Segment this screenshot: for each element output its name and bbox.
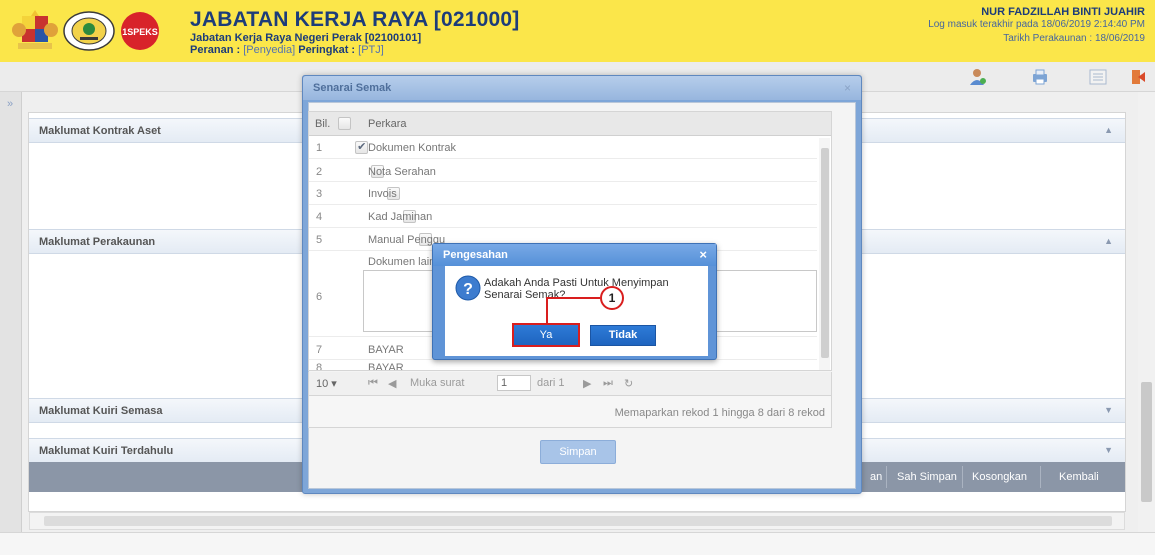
horizontal-scrollbar[interactable] — [29, 512, 1125, 530]
crest-logo — [12, 10, 58, 49]
grid-scrollbar[interactable] — [819, 138, 830, 370]
sah-simpan-button[interactable]: Sah Simpan — [897, 467, 957, 487]
collapse-icon[interactable]: ▲ — [1104, 236, 1113, 246]
row-text: Dokumen Kontrak — [368, 142, 457, 154]
row-text: Invois — [368, 188, 397, 200]
kosongkan-button[interactable]: Kosongkan — [972, 467, 1027, 487]
row-number: 3 — [316, 188, 323, 200]
account-date: Tarikh Perakaunan : 18/06/2019 — [1003, 33, 1145, 44]
row-number: 2 — [316, 166, 323, 178]
row-text: BAYAR — [368, 344, 404, 356]
footer-area — [0, 532, 1155, 555]
scroll-thumb[interactable] — [1141, 382, 1152, 502]
confirmation-title: Pengesahan — [443, 249, 508, 261]
grid-pager — [308, 372, 832, 396]
prev-page-icon[interactable]: ◀ — [388, 377, 396, 390]
separator — [886, 466, 887, 488]
vertical-scrollbar[interactable] — [1138, 92, 1155, 532]
row-number: 1 — [316, 142, 323, 154]
expand-rail-icon[interactable]: » — [7, 98, 13, 110]
kembali-button[interactable]: Kembali — [1059, 467, 1099, 487]
role-label: Peranan : — [190, 44, 244, 56]
refresh-icon[interactable]: ↻ — [624, 377, 633, 390]
collapse-icon[interactable]: ▲ — [1104, 125, 1113, 135]
record-summary: Memaparkan rekod 1 hingga 8 dari 8 rekod — [614, 407, 825, 419]
tidak-button[interactable]: Tidak — [590, 325, 656, 346]
row-text: Nota Serahan — [368, 166, 436, 178]
row-checkbox[interactable] — [355, 140, 369, 154]
ispeks-logo: 1SPEKS — [121, 12, 159, 50]
row-number: 4 — [316, 211, 323, 223]
scroll-thumb[interactable] — [44, 516, 1112, 526]
callout-line — [546, 298, 548, 324]
step-callout: 1 — [600, 286, 624, 310]
separator — [1040, 466, 1041, 488]
ya-button[interactable]: Ya — [512, 323, 580, 347]
close-icon[interactable]: × — [699, 247, 707, 262]
section-title: Maklumat Perakaunan — [39, 236, 156, 248]
table-row-clipped: 8 BAYAR — [309, 361, 817, 370]
callout-line — [546, 297, 600, 299]
row-number: 7 — [316, 344, 323, 356]
simpan-button[interactable]: Simpan — [540, 440, 616, 464]
user-icon[interactable] — [968, 67, 988, 87]
row-number: 8 — [316, 362, 323, 370]
dialog-header: Senarai Semak × — [303, 76, 861, 100]
select-all-checkbox[interactable] — [338, 117, 351, 130]
agency-subtitle: Jabatan Kerja Raya Negeri Perak [0210010… — [190, 32, 422, 44]
left-rail — [0, 92, 22, 532]
next-page-icon[interactable]: ▶ — [583, 377, 591, 390]
confirmation-header: Pengesahan × — [433, 244, 716, 266]
partial-action-button[interactable]: an — [870, 467, 882, 487]
role-line: Peranan : [Penyedia] Peringkat : [PTJ] — [190, 44, 384, 56]
row-text: Kad Jaminan — [368, 211, 433, 223]
list-icon[interactable] — [1088, 67, 1108, 87]
page-size-select[interactable]: 10 ▾ — [316, 377, 337, 390]
agency-title: JABATAN KERJA RAYA [021000] — [190, 8, 520, 31]
user-name: NUR FADZILLAH BINTI JUAHIR — [981, 6, 1145, 18]
question-icon: ? — [455, 275, 481, 301]
column-header-perkara: Perkara — [368, 118, 407, 130]
first-page-icon[interactable]: ⏮ — [368, 377, 378, 390]
expand-icon[interactable]: ▼ — [1104, 445, 1113, 455]
row-text: BAYAR — [368, 362, 404, 370]
section-title: Maklumat Kuiri Semasa — [39, 405, 163, 417]
expand-icon[interactable]: ▼ — [1104, 405, 1113, 415]
page-size-value: 10 — [316, 378, 329, 390]
last-login: Log masuk terakhir pada 18/06/2019 2:14:… — [928, 19, 1145, 30]
page-number-input[interactable] — [497, 375, 531, 391]
section-title: Maklumat Kontrak Aset — [39, 125, 161, 137]
last-page-icon[interactable]: ⏭ — [603, 377, 613, 390]
section-title: Maklumat Kuiri Terdahulu — [39, 445, 174, 457]
column-header-bil: Bil. — [315, 118, 331, 130]
level-label: Peringkat : — [295, 44, 359, 56]
role-value: [Penyedia] — [243, 44, 296, 56]
logo-group: 1SPEKS — [12, 6, 160, 56]
close-icon[interactable]: × — [844, 81, 851, 95]
dialog-title: Senarai Semak — [313, 82, 392, 94]
print-icon[interactable] — [1030, 67, 1050, 87]
svg-text:?: ? — [463, 281, 473, 298]
separator — [962, 466, 963, 488]
page-total: dari 1 — [537, 377, 565, 389]
scroll-thumb[interactable] — [821, 148, 829, 358]
muka-surat-label: Muka surat — [410, 377, 465, 389]
row-number: 5 — [316, 234, 323, 246]
ispeks-logo-text: 1SPEKS — [122, 27, 158, 37]
jkr-seal-logo — [63, 11, 115, 51]
logout-icon[interactable] — [1128, 67, 1148, 87]
row-number: 6 — [316, 291, 323, 303]
level-value: [PTJ] — [358, 44, 384, 56]
